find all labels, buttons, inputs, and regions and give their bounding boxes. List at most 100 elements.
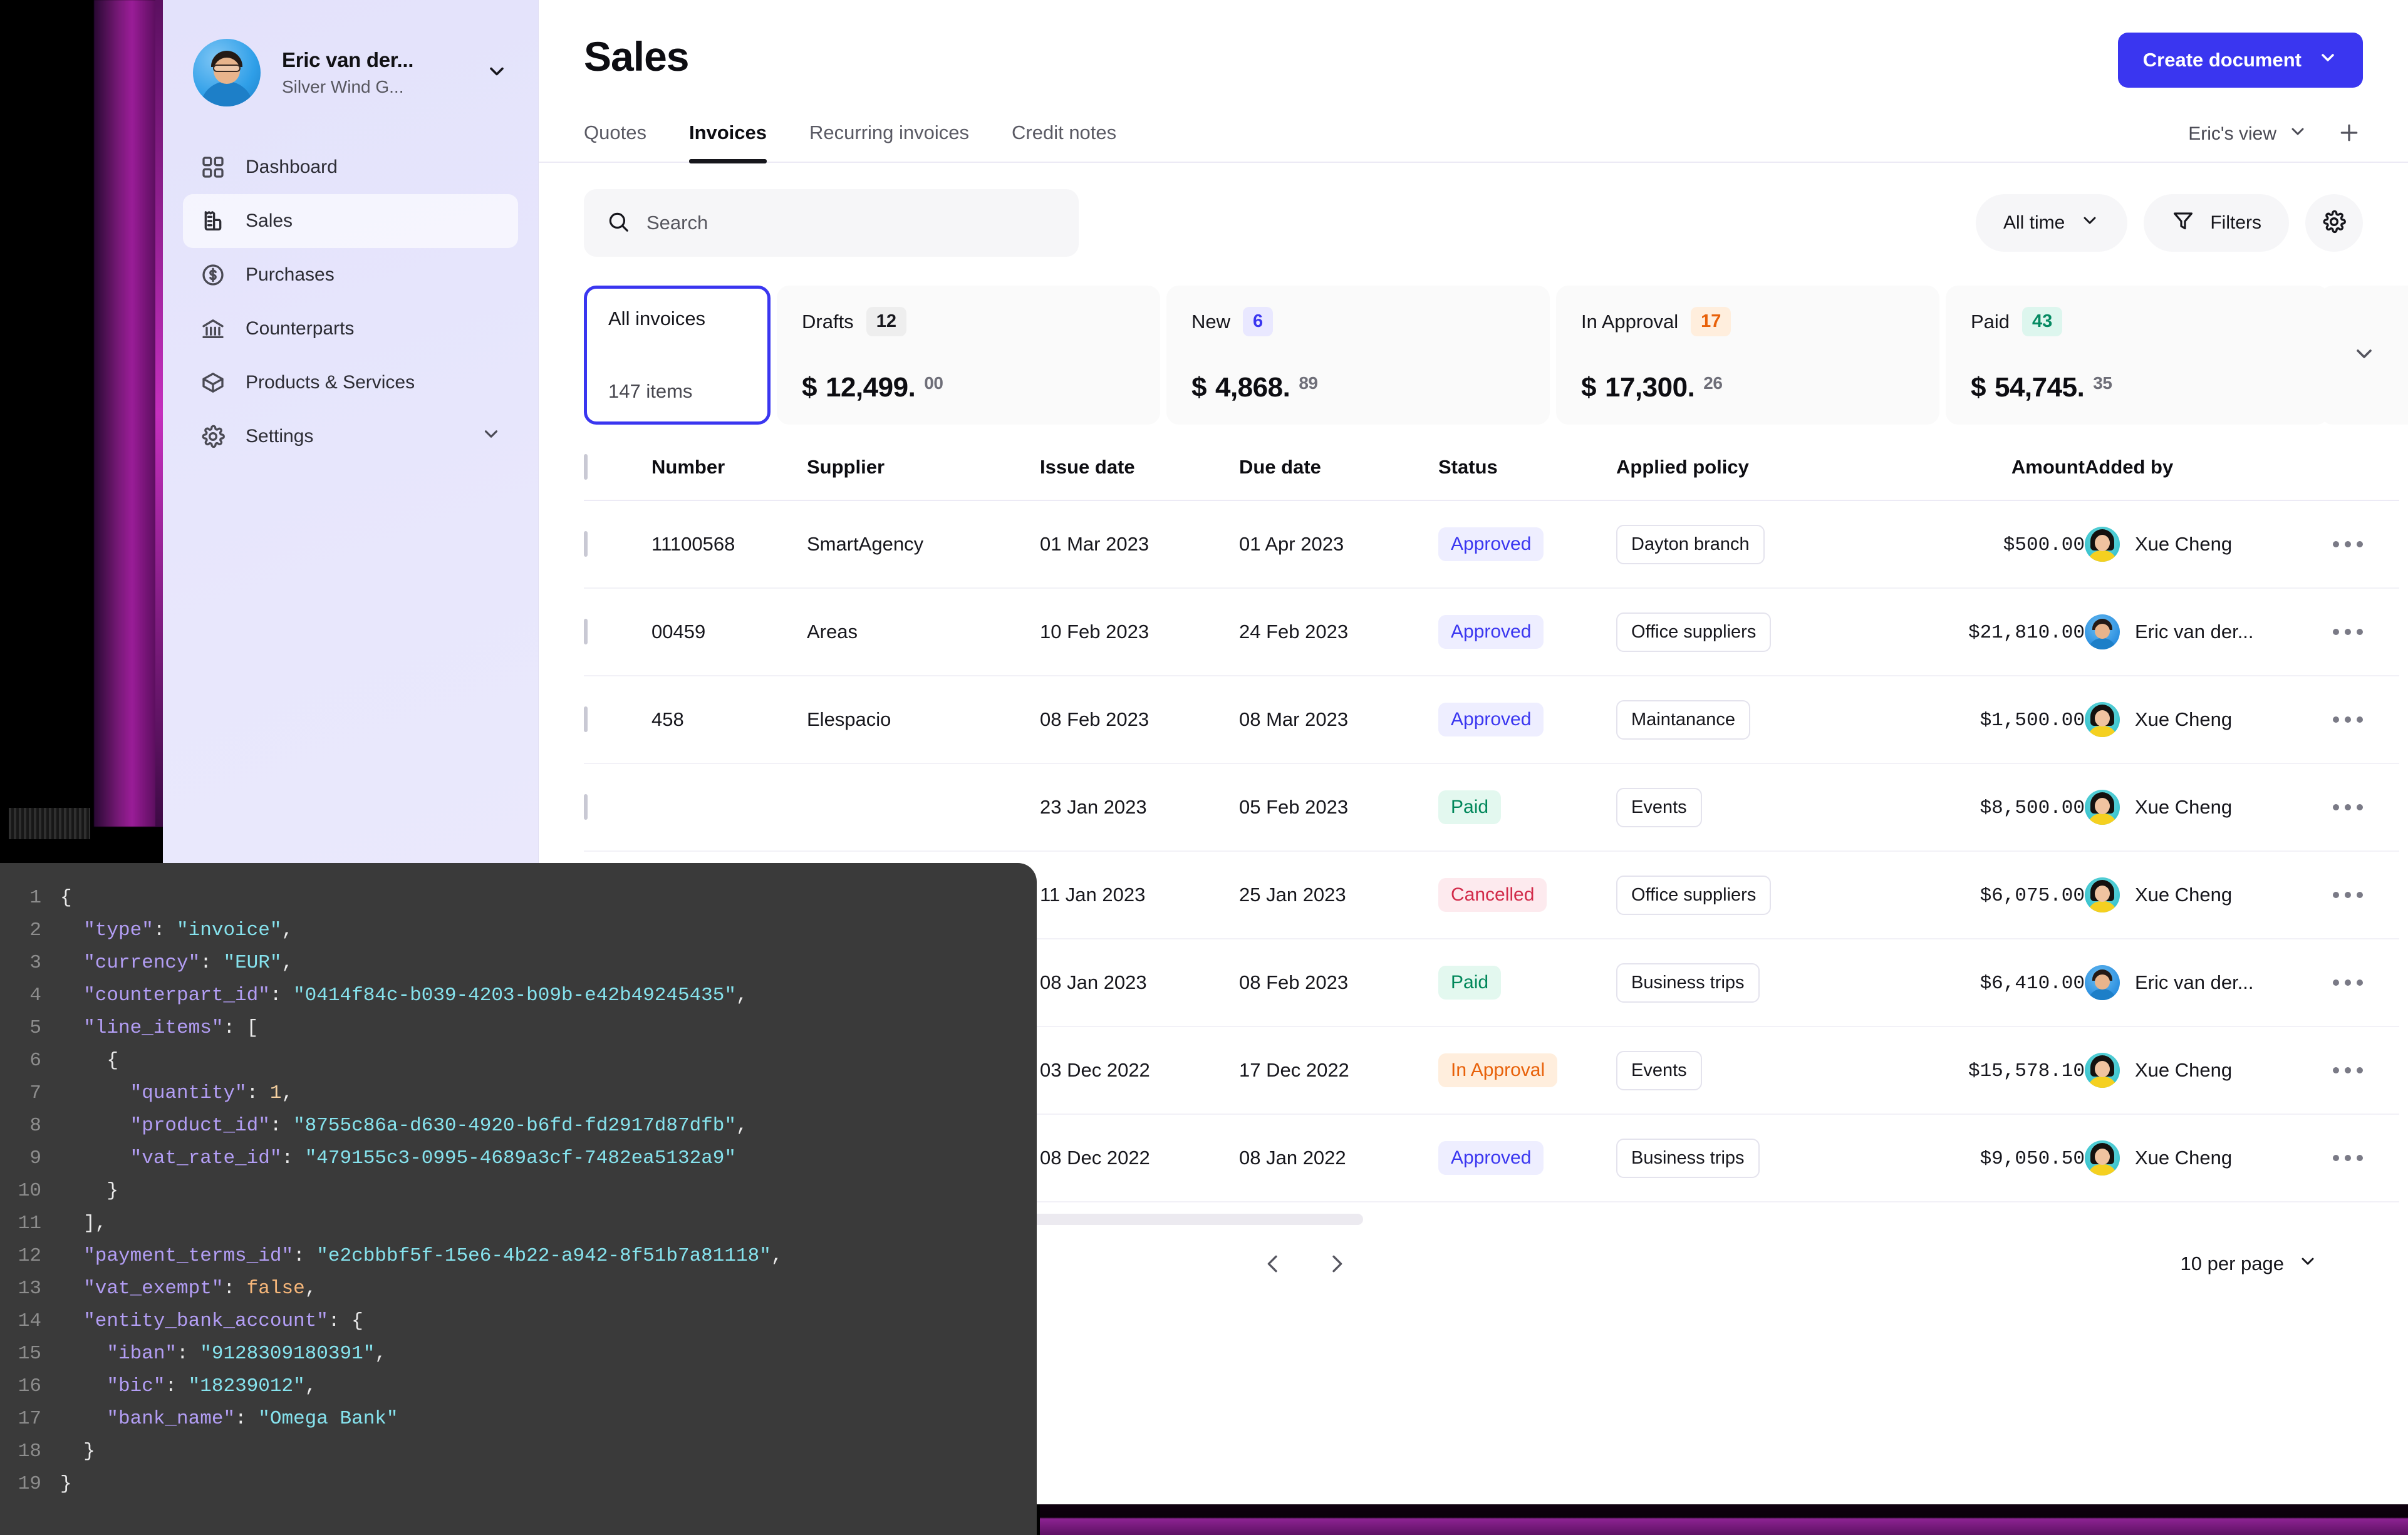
summary-card-in-approval[interactable]: In Approval 17 $ 17,300. 26 bbox=[1556, 286, 1939, 425]
code-line: 16 "bic": "18239012", bbox=[0, 1370, 1037, 1403]
summary-card-new[interactable]: New 6 $ 4,868. 89 bbox=[1166, 286, 1550, 425]
cell-due-date: 05 Feb 2023 bbox=[1239, 763, 1438, 851]
row-actions-button[interactable] bbox=[2329, 716, 2399, 723]
cell-added-by: Xue Cheng bbox=[2085, 851, 2329, 939]
select-all-checkbox[interactable] bbox=[584, 454, 588, 480]
row-actions-button[interactable] bbox=[2329, 979, 2399, 986]
column-header-status[interactable]: Status bbox=[1438, 456, 1616, 500]
currency-symbol: $ bbox=[1191, 372, 1207, 403]
page-title: Sales bbox=[584, 33, 688, 80]
next-page-button[interactable] bbox=[1319, 1246, 1354, 1281]
row-checkbox[interactable] bbox=[584, 531, 588, 557]
cell-added-by: Xue Cheng bbox=[2085, 763, 2329, 851]
summary-card-label: Paid bbox=[1971, 311, 2010, 333]
cell-actions bbox=[2329, 500, 2399, 588]
policy-chip[interactable]: Maintanance bbox=[1616, 700, 1750, 740]
row-actions-button[interactable] bbox=[2329, 541, 2399, 547]
sidebar-nav: Dashboard Sales Purchases Counterparts bbox=[163, 140, 538, 463]
summary-card-all-invoices[interactable]: All invoices 147 items bbox=[584, 286, 771, 425]
add-view-button[interactable] bbox=[2335, 120, 2363, 148]
line-number: 17 bbox=[0, 1403, 60, 1435]
column-header-added-by[interactable]: Added by bbox=[2085, 456, 2329, 500]
cell-amount: $9,050.50 bbox=[1867, 1114, 2085, 1202]
sidebar-item-products-services[interactable]: Products & Services bbox=[183, 356, 518, 410]
summary-card-paid[interactable]: Paid 43 $ 54,745. 35 bbox=[1946, 286, 2329, 425]
policy-chip[interactable]: Office suppliers bbox=[1616, 612, 1771, 652]
column-header-supplier[interactable]: Supplier bbox=[807, 456, 1040, 500]
summary-card-badge: 12 bbox=[866, 307, 906, 336]
policy-chip[interactable]: Office suppliers bbox=[1616, 876, 1771, 915]
cell-actions bbox=[2329, 676, 2399, 763]
summary-cards-expand-button[interactable] bbox=[2320, 286, 2408, 425]
sidebar-item-dashboard[interactable]: Dashboard bbox=[183, 140, 518, 194]
cell-issue-date: 23 Jan 2023 bbox=[1040, 763, 1239, 851]
added-by-name: Xue Cheng bbox=[2135, 533, 2232, 556]
code-line: 8 "product_id": "8755c86a-d630-4920-b6fd… bbox=[0, 1110, 1037, 1142]
policy-chip[interactable]: Business trips bbox=[1616, 963, 1760, 1003]
profile-switcher[interactable]: Eric van der... Silver Wind G... bbox=[163, 0, 538, 106]
code-line: 5 "line_items": [ bbox=[0, 1012, 1037, 1045]
chevron-down-icon bbox=[2288, 121, 2308, 147]
row-actions-button[interactable] bbox=[2329, 804, 2399, 810]
tab-invoices[interactable]: Invoices bbox=[668, 121, 788, 162]
tab-recurring-invoices[interactable]: Recurring invoices bbox=[788, 121, 990, 162]
added-by-name: Xue Cheng bbox=[2135, 796, 2232, 819]
code-line: 3 "currency": "EUR", bbox=[0, 947, 1037, 979]
filters-button[interactable]: Filters bbox=[2144, 194, 2289, 252]
cell-added-by: Xue Cheng bbox=[2085, 1026, 2329, 1114]
search-field[interactable] bbox=[584, 189, 1079, 257]
status-badge: Paid bbox=[1438, 966, 1501, 1000]
policy-chip[interactable]: Business trips bbox=[1616, 1139, 1760, 1178]
tab-credit-notes[interactable]: Credit notes bbox=[990, 121, 1138, 162]
sidebar-item-purchases[interactable]: Purchases bbox=[183, 248, 518, 302]
sidebar-item-settings[interactable]: Settings bbox=[183, 410, 518, 463]
row-actions-button[interactable] bbox=[2329, 1155, 2399, 1161]
row-checkbox[interactable] bbox=[584, 794, 588, 820]
per-page-selector[interactable]: 10 per page bbox=[2181, 1251, 2318, 1276]
previous-page-button[interactable] bbox=[1255, 1246, 1290, 1281]
create-document-button[interactable]: Create document bbox=[2118, 33, 2363, 88]
sidebar-item-sales[interactable]: Sales bbox=[183, 194, 518, 248]
sidebar-item-label: Counterparts bbox=[246, 318, 354, 339]
policy-chip[interactable]: Events bbox=[1616, 1051, 1702, 1090]
table-row[interactable]: 458Elespacio08 Feb 202308 Mar 2023Approv… bbox=[584, 676, 2399, 763]
amount-cents: 35 bbox=[2093, 373, 2112, 393]
policy-chip[interactable]: Dayton branch bbox=[1616, 525, 1765, 564]
summary-card-drafts[interactable]: Drafts 12 $ 12,499. 00 bbox=[777, 286, 1160, 425]
date-range-selector[interactable]: All time bbox=[1976, 194, 2127, 252]
sidebar-item-counterparts[interactable]: Counterparts bbox=[183, 302, 518, 356]
tab-quotes[interactable]: Quotes bbox=[584, 121, 668, 162]
cell-added-by: Eric van der... bbox=[2085, 588, 2329, 676]
cell-applied-policy: Office suppliers bbox=[1616, 851, 1867, 939]
view-selector[interactable]: Eric's view bbox=[2188, 121, 2308, 147]
box-icon bbox=[199, 369, 227, 396]
column-header-issue-date[interactable]: Issue date bbox=[1040, 456, 1239, 500]
status-badge: Paid bbox=[1438, 790, 1501, 824]
amount-main: 4,868. bbox=[1215, 372, 1290, 403]
gear-icon bbox=[2322, 209, 2347, 237]
summary-card-amount: $ 54,745. 35 bbox=[1971, 372, 2304, 403]
row-actions-button[interactable] bbox=[2329, 629, 2399, 635]
cell-actions bbox=[2329, 1114, 2399, 1202]
table-row[interactable]: 11100568SmartAgency01 Mar 202301 Apr 202… bbox=[584, 500, 2399, 588]
row-actions-button[interactable] bbox=[2329, 892, 2399, 898]
column-header-amount[interactable]: Amount bbox=[1867, 456, 2085, 500]
column-header-due-date[interactable]: Due date bbox=[1239, 456, 1438, 500]
line-number: 5 bbox=[0, 1012, 60, 1045]
policy-chip[interactable]: Events bbox=[1616, 788, 1702, 827]
cell-status: Paid bbox=[1438, 763, 1616, 851]
status-badge: Cancelled bbox=[1438, 878, 1547, 912]
table-row[interactable]: 23 Jan 202305 Feb 2023PaidEvents$8,500.0… bbox=[584, 763, 2399, 851]
column-header-number[interactable]: Number bbox=[651, 456, 807, 500]
search-input[interactable] bbox=[646, 212, 1056, 234]
added-by-name: Xue Cheng bbox=[2135, 884, 2232, 906]
table-row[interactable]: 00459Areas10 Feb 202324 Feb 2023Approved… bbox=[584, 588, 2399, 676]
column-header-applied-policy[interactable]: Applied policy bbox=[1616, 456, 1867, 500]
table-settings-button[interactable] bbox=[2305, 194, 2363, 252]
status-badge: Approved bbox=[1438, 615, 1544, 649]
row-actions-button[interactable] bbox=[2329, 1067, 2399, 1073]
cell-due-date: 08 Jan 2022 bbox=[1239, 1114, 1438, 1202]
row-checkbox[interactable] bbox=[584, 706, 588, 732]
row-checkbox[interactable] bbox=[584, 619, 588, 644]
chevron-down-icon[interactable] bbox=[480, 423, 502, 450]
